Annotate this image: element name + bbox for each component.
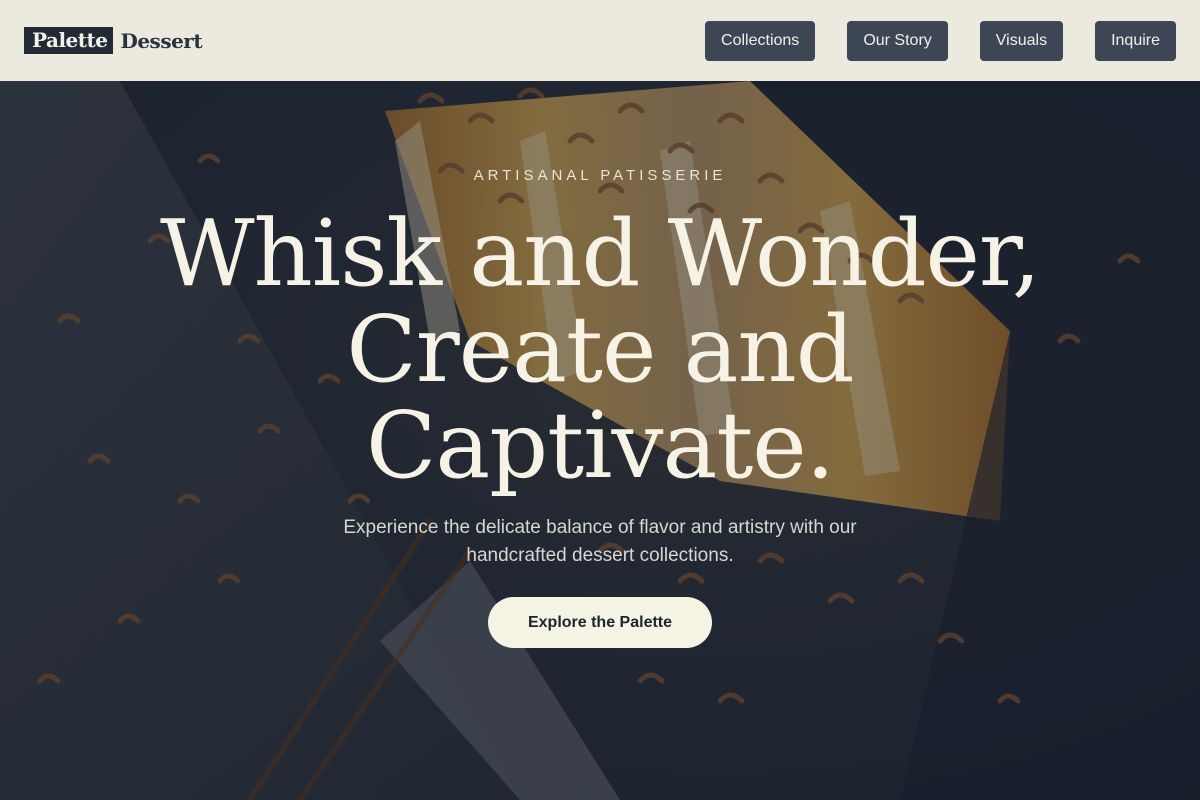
hero-eyebrow: ARTISANAL PATISSERIE bbox=[473, 167, 727, 184]
logo-text: Dessert bbox=[120, 28, 203, 53]
logo-box: Palette bbox=[24, 27, 114, 54]
nav-inquire-button[interactable]: Inquire bbox=[1095, 20, 1176, 61]
headline-line-2: Create and bbox=[346, 296, 854, 403]
brand-logo[interactable]: Palette Dessert bbox=[24, 27, 203, 54]
nav-visuals-button[interactable]: Visuals bbox=[979, 20, 1064, 61]
nav-collections-button[interactable]: Collections bbox=[705, 20, 816, 61]
headline-line-3: Captivate. bbox=[365, 392, 835, 499]
hero-section: ARTISANAL PATISSERIE Whisk and Wonder, C… bbox=[0, 81, 1200, 800]
headline-line-1: Whisk and Wonder, bbox=[159, 200, 1041, 307]
nav-our-story-button[interactable]: Our Story bbox=[847, 20, 948, 61]
site-header: Palette Dessert Collections Our Story Vi… bbox=[0, 0, 1200, 81]
hero-subtext: Experience the delicate balance of flavo… bbox=[343, 517, 857, 566]
hero-headline: Whisk and Wonder, Create and Captivate. bbox=[100, 206, 1100, 494]
main-nav: Collections Our Story Visuals Inquire bbox=[705, 20, 1176, 61]
explore-palette-button[interactable]: Explore the Palette bbox=[488, 597, 712, 648]
